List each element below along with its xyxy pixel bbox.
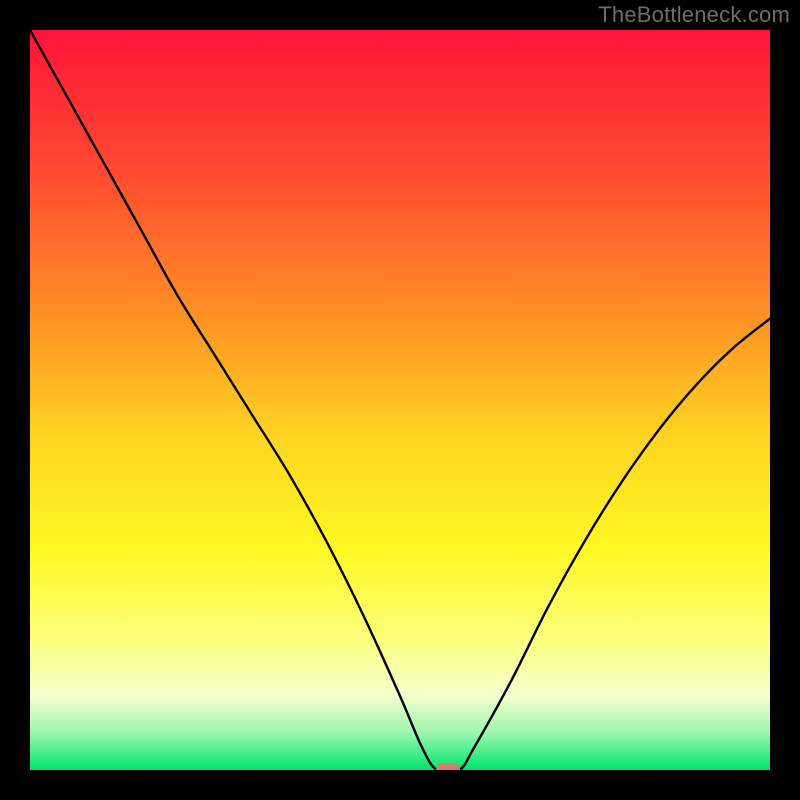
gradient-background	[30, 30, 770, 770]
min-marker	[436, 763, 460, 770]
chart-svg	[30, 30, 770, 770]
watermark-text: TheBottleneck.com	[598, 2, 790, 28]
chart-frame: TheBottleneck.com	[0, 0, 800, 800]
plot-area	[30, 30, 770, 770]
